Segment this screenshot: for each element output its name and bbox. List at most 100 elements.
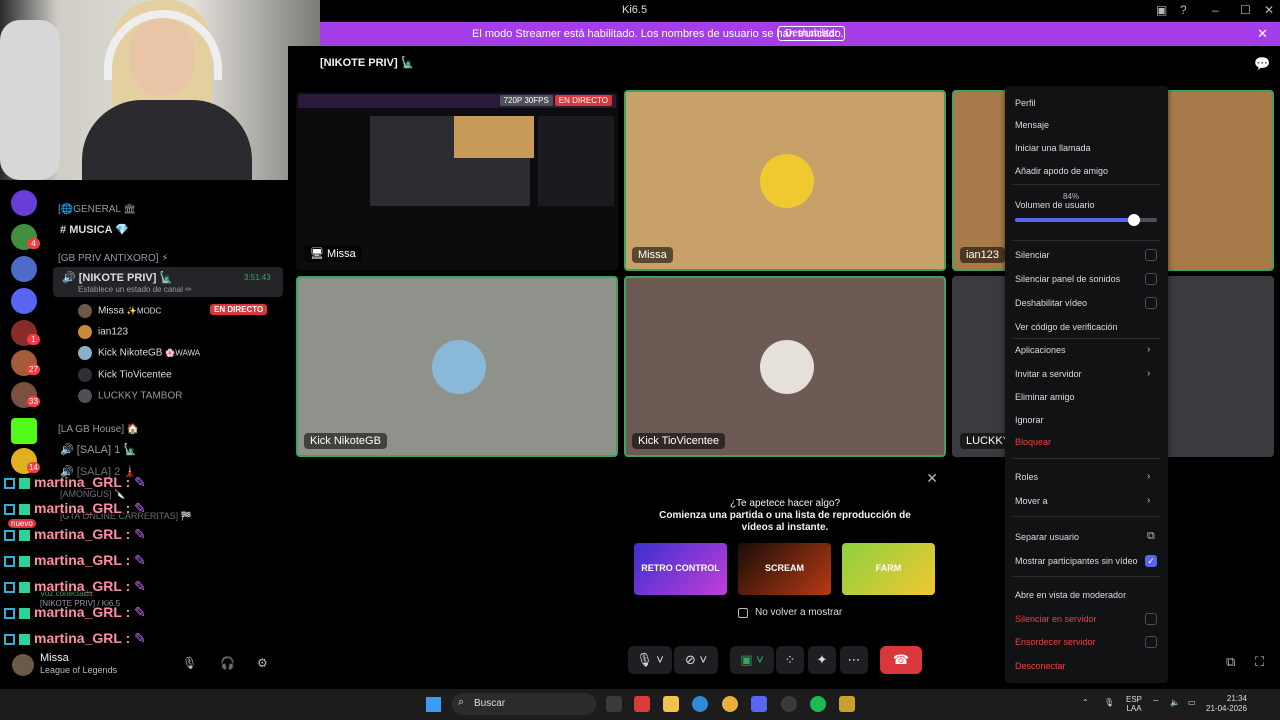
- tray-mic-icon[interactable]: 🎙: [1104, 698, 1114, 707]
- menu-item-desconectar[interactable]: Desconectar: [1015, 661, 1066, 671]
- menu-item-mover[interactable]: Mover a: [1015, 496, 1048, 506]
- taskbar-search[interactable]: ⌕ Buscar: [452, 693, 596, 715]
- voice-channel-nikote[interactable]: 🔊 [NIKOTE PRIV] 🗽: [62, 271, 173, 284]
- menu-item-deshabilitar-video[interactable]: Deshabilitar vídeo: [1015, 298, 1087, 308]
- menu-item-moderador[interactable]: Abre en vista de moderador: [1015, 590, 1126, 600]
- silenciar-servidor-checkbox[interactable]: [1145, 613, 1157, 625]
- user-avatar[interactable]: [12, 654, 34, 676]
- dont-show-again-checkbox[interactable]: [738, 608, 748, 618]
- menu-item-aplicaciones[interactable]: Aplicaciones: [1015, 345, 1066, 355]
- silenciar-panel-checkbox[interactable]: [1145, 273, 1157, 285]
- channel-musica[interactable]: # MUSICA 💎: [60, 223, 129, 236]
- category-house[interactable]: [LA GB House] 🏠: [58, 424, 139, 435]
- close-window-icon[interactable]: ✕: [1264, 3, 1274, 17]
- language-indicator[interactable]: ESP LAA: [1126, 695, 1142, 713]
- menu-item-bloquear[interactable]: Bloquear: [1015, 437, 1051, 447]
- disconnect-call-button[interactable]: ☎: [880, 646, 922, 674]
- soundboard-button[interactable]: ✦: [808, 646, 836, 674]
- voice-member[interactable]: Kick NikoteGB 🌸WAWA: [78, 346, 200, 360]
- menu-item-ensordecer-servidor[interactable]: Ensordecer servidor: [1015, 637, 1096, 647]
- menu-item-perfil[interactable]: Perfil: [1015, 98, 1036, 108]
- game-card[interactable]: FARM: [842, 543, 935, 595]
- microphone-icon[interactable]: 🎙: [182, 656, 197, 670]
- voice-channel-sala1[interactable]: 🔊 [SALA] 1 🗽: [60, 443, 137, 456]
- menu-item-llamada[interactable]: Iniciar una llamada: [1015, 143, 1091, 153]
- edge-icon[interactable]: [692, 696, 708, 712]
- close-banner-icon[interactable]: ✕: [1257, 26, 1268, 42]
- menu-item-mensaje[interactable]: Mensaje: [1015, 120, 1049, 130]
- ensordecer-servidor-checkbox[interactable]: [1145, 636, 1157, 648]
- fullscreen-icon[interactable]: ⛶: [1255, 654, 1264, 670]
- menu-item-separar[interactable]: Separar usuario: [1015, 532, 1079, 542]
- menu-item-apodo[interactable]: Añadir apodo de amigo: [1015, 166, 1108, 176]
- tray-chevron-icon[interactable]: ⌃: [1082, 698, 1089, 707]
- participant-tile[interactable]: Kick NikoteGB: [296, 276, 618, 457]
- menu-item-eliminar[interactable]: Eliminar amigo: [1015, 392, 1075, 402]
- platform-icon: [4, 503, 15, 515]
- menu-item-invitar[interactable]: Invitar a servidor: [1015, 369, 1082, 379]
- app-icon[interactable]: [781, 696, 797, 712]
- participant-avatar: [432, 340, 486, 394]
- voice-member[interactable]: Missa ✨MODC: [78, 304, 161, 318]
- activities-button[interactable]: ⁘: [776, 646, 804, 674]
- server-icon[interactable]: [11, 256, 37, 282]
- kick-server-icon[interactable]: [11, 418, 37, 444]
- popout-icon[interactable]: ⧉: [1226, 654, 1235, 670]
- voice-member[interactable]: ian123: [78, 325, 128, 339]
- live-badge: EN DIRECTO: [554, 95, 612, 106]
- silenciar-checkbox[interactable]: [1145, 249, 1157, 261]
- app-icon[interactable]: [839, 696, 855, 712]
- server-icon-active[interactable]: [11, 288, 37, 314]
- mostrar-sin-video-checkbox[interactable]: ✓: [1145, 555, 1157, 567]
- help-icon[interactable]: ?: [1180, 3, 1187, 17]
- settings-gear-icon[interactable]: ⚙: [257, 656, 268, 670]
- participant-tile[interactable]: Missa: [624, 90, 946, 271]
- volume-slider[interactable]: [1015, 214, 1157, 226]
- stream-tile[interactable]: 720P 30FPS EN DIRECTO 🖥 Missa: [296, 92, 618, 270]
- chat-bubble-icon[interactable]: 💬: [1254, 56, 1270, 72]
- maximize-icon[interactable]: ☐: [1240, 3, 1251, 17]
- menu-item-silenciar[interactable]: Silenciar: [1015, 250, 1050, 260]
- discord-icon[interactable]: [751, 696, 767, 712]
- menu-item-mostrar-sin-video[interactable]: Mostrar participantes sin vídeo: [1015, 556, 1138, 566]
- server-icon[interactable]: [11, 190, 37, 216]
- category-priv[interactable]: [GB PRIV ANTIXORO] ⚡: [58, 253, 168, 264]
- disable-streamer-button[interactable]: Deshabilitar: [778, 26, 845, 41]
- more-options-button[interactable]: ⋯: [840, 646, 868, 674]
- volume-knob[interactable]: [1128, 214, 1141, 226]
- windows-start-icon[interactable]: [426, 697, 441, 712]
- task-view-icon[interactable]: [606, 696, 622, 712]
- voice-member[interactable]: Kick TioVicentee: [78, 368, 172, 382]
- spotify-icon[interactable]: [810, 696, 826, 712]
- minimize-icon[interactable]: –: [1212, 3, 1219, 17]
- share-screen-button[interactable]: ▣ ˅: [730, 646, 774, 674]
- menu-item-ignorar[interactable]: Ignorar: [1015, 415, 1044, 425]
- headphones-icon[interactable]: 🎧: [220, 656, 235, 670]
- volume-icon[interactable]: 🔈: [1170, 698, 1180, 707]
- app-icon[interactable]: [634, 696, 650, 712]
- menu-item-roles[interactable]: Roles: [1015, 472, 1038, 482]
- game-card[interactable]: SCREAM: [738, 543, 831, 595]
- voice-member[interactable]: LUCKKY TAMBOR: [78, 389, 182, 403]
- category-general[interactable]: [🌐GENERAL 🏛: [58, 204, 136, 215]
- menu-item-silenciar-panel[interactable]: Silenciar panel de sonidos: [1015, 274, 1120, 284]
- deshabilitar-video-checkbox[interactable]: [1145, 297, 1157, 309]
- game-card[interactable]: RETRO CONTROL: [634, 543, 727, 595]
- chrome-icon[interactable]: [722, 696, 738, 712]
- clock[interactable]: 21:34 21-04-2026: [1206, 694, 1247, 714]
- wifi-icon[interactable]: ⌔: [1152, 698, 1160, 707]
- channel-status[interactable]: Establece un estado de canal ✏: [78, 285, 192, 294]
- chat-username: martina_GRL: [34, 578, 122, 594]
- battery-icon[interactable]: ▭: [1188, 698, 1196, 707]
- file-explorer-icon[interactable]: [663, 696, 679, 712]
- inbox-icon[interactable]: ▣: [1156, 3, 1167, 17]
- microphone-button[interactable]: 🎙 ˅: [628, 646, 672, 674]
- menu-item-verificacion[interactable]: Ver código de verificación: [1015, 322, 1118, 332]
- participant-tile[interactable]: Kick TioVicentee: [624, 276, 946, 457]
- volume-fill: [1015, 218, 1135, 222]
- chat-username: martina_GRL: [34, 604, 122, 620]
- user-name[interactable]: Missa: [40, 652, 69, 664]
- menu-item-silenciar-servidor[interactable]: Silenciar en servidor: [1015, 614, 1097, 624]
- camera-off-button[interactable]: ⊘ ˅: [674, 646, 718, 674]
- close-icon[interactable]: ✕: [926, 470, 938, 487]
